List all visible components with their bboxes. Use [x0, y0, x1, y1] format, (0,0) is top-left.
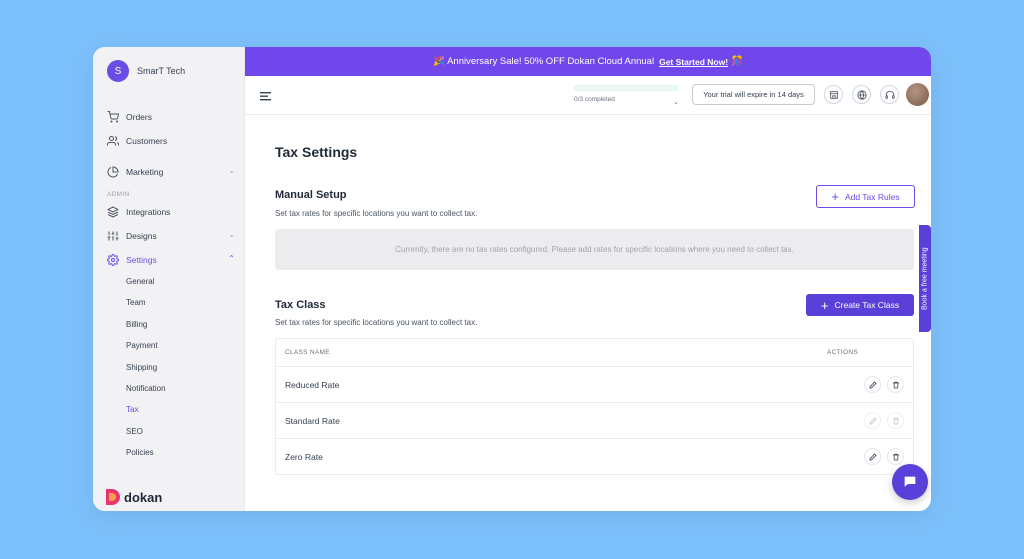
tax-class-title: Tax Class: [275, 299, 326, 311]
edit-icon: [864, 412, 881, 429]
sidebar-item-orders[interactable]: Orders: [107, 111, 235, 123]
sidebar-item-label: Customers: [126, 136, 168, 146]
add-tax-rules-button[interactable]: + Add Tax Rules: [816, 185, 915, 208]
settings-sub-shipping[interactable]: Shipping: [126, 363, 157, 372]
sidebar-item-label: Settings: [126, 255, 157, 265]
headset-icon[interactable]: [880, 85, 899, 104]
banner-emoji: 🎊: [731, 56, 743, 67]
table-row: Zero Rate: [276, 439, 913, 475]
logo-text: dokan: [124, 489, 163, 505]
table-row: Reduced Rate: [276, 367, 913, 403]
admin-section-label: ADMIN: [107, 191, 130, 198]
create-tax-class-button[interactable]: + Create Tax Class: [806, 294, 914, 316]
manual-setup-desc: Set tax rates for specific locations you…: [275, 209, 478, 218]
sidebar-item-customers[interactable]: Customers: [107, 135, 235, 147]
sidebar-item-marketing[interactable]: Marketing ⌄: [107, 166, 235, 178]
cart-icon: [107, 111, 119, 123]
sidebar-item-designs[interactable]: Designs ⌄: [107, 230, 235, 242]
trash-icon[interactable]: [887, 448, 904, 465]
chat-icon: [904, 476, 916, 487]
settings-sub-tax[interactable]: Tax: [126, 405, 138, 414]
top-header: 0/3 completed ⌄ Your trial will expire i…: [245, 76, 931, 115]
sidebar-item-label: Integrations: [126, 207, 171, 217]
plus-icon: +: [831, 189, 839, 204]
layers-icon: [107, 206, 119, 218]
sidebar-item-label: Marketing: [126, 167, 164, 177]
store-name: SmarT Tech: [137, 66, 186, 76]
column-header-class-name: CLASS NAME: [285, 349, 330, 356]
tax-class-desc: Set tax rates for specific locations you…: [275, 318, 478, 327]
plus-icon: +: [820, 297, 829, 313]
book-meeting-tab[interactable]: Book a free meeting: [919, 225, 931, 332]
gear-icon: [107, 254, 119, 266]
chevron-down-icon: ⌄: [228, 230, 235, 239]
class-name: Reduced Rate: [285, 380, 340, 390]
setup-progress[interactable]: 0/3 completed ⌄: [574, 85, 679, 106]
progress-text: 0/3 completed: [574, 96, 615, 103]
table-header: CLASS NAME ACTIONS: [276, 339, 913, 367]
progress-bar: [574, 85, 679, 91]
store-icon[interactable]: [824, 85, 843, 104]
sidebar-item-label: Designs: [126, 231, 157, 241]
table-row: Standard Rate: [276, 403, 913, 439]
manual-setup-title: Manual Setup: [275, 189, 347, 201]
chevron-down-icon: ⌄: [673, 99, 679, 106]
users-icon: [107, 135, 119, 147]
empty-tax-rates-message: Currently, there are no tax rates config…: [275, 229, 914, 270]
user-avatar[interactable]: [906, 83, 929, 106]
trial-button[interactable]: Your trial will expire in 14 days: [692, 84, 815, 105]
settings-sub-billing[interactable]: Billing: [126, 320, 147, 329]
chevron-down-icon: ⌄: [228, 166, 235, 175]
dokan-logo: dokan: [106, 489, 162, 505]
globe-icon[interactable]: [852, 85, 871, 104]
class-name: Standard Rate: [285, 416, 340, 426]
banner-link[interactable]: Get Started Now!: [659, 57, 728, 67]
pie-chart-icon: [107, 166, 119, 178]
page-title: Tax Settings: [275, 144, 358, 160]
chevron-up-icon: ⌃: [228, 254, 235, 263]
settings-sub-policies[interactable]: Policies: [126, 448, 154, 457]
hamburger-menu-icon[interactable]: [260, 89, 272, 101]
trash-icon[interactable]: [887, 376, 904, 393]
settings-sub-general[interactable]: General: [126, 277, 154, 286]
sidebar-item-integrations[interactable]: Integrations: [107, 206, 235, 218]
button-label: Add Tax Rules: [844, 191, 900, 202]
app-window: S SmarT Tech Orders Customers Marketing …: [93, 47, 931, 511]
chat-button[interactable]: [892, 464, 928, 500]
edit-icon[interactable]: [864, 376, 881, 393]
store-avatar: S: [107, 60, 129, 82]
settings-sub-team[interactable]: Team: [126, 298, 146, 307]
sliders-icon: [107, 230, 119, 242]
dokan-logo-icon: [106, 489, 120, 505]
button-label: Create Tax Class: [834, 300, 900, 310]
tax-class-table: CLASS NAME ACTIONS Reduced Rate Standard…: [275, 338, 914, 475]
settings-sub-notification[interactable]: Notification: [126, 384, 166, 393]
promo-banner: 🎉 Anniversary Sale! 50% OFF Dokan Cloud …: [245, 47, 931, 76]
class-name: Zero Rate: [285, 452, 323, 462]
trash-icon: [887, 412, 904, 429]
sidebar: S SmarT Tech Orders Customers Marketing …: [93, 47, 245, 511]
settings-sub-payment[interactable]: Payment: [126, 341, 158, 350]
banner-text: 🎉 Anniversary Sale! 50% OFF Dokan Cloud …: [433, 56, 655, 67]
sidebar-item-settings[interactable]: Settings ⌃: [107, 254, 235, 266]
settings-sub-seo[interactable]: SEO: [126, 427, 143, 436]
store-switcher[interactable]: S SmarT Tech: [107, 60, 185, 82]
edit-icon[interactable]: [864, 448, 881, 465]
column-header-actions: ACTIONS: [827, 349, 858, 356]
sidebar-item-label: Orders: [126, 112, 152, 122]
